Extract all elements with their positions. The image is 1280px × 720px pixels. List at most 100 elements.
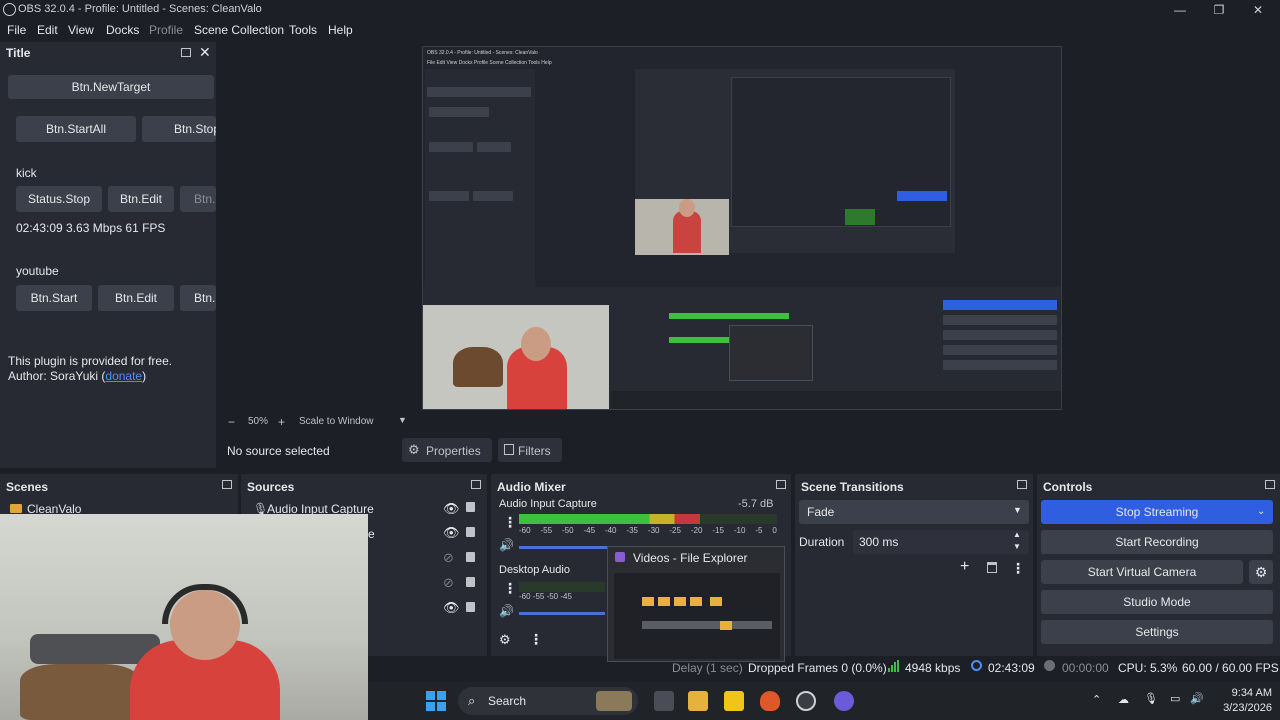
title-dock: Title ✕ Btn.NewTarget Btn.StartAll Btn.S… [0, 42, 216, 468]
source-item[interactable]: e [368, 527, 375, 541]
webcam-overlay [0, 514, 368, 720]
channel-name: Desktop Audio [499, 564, 570, 576]
microphone-icon[interactable]: 🎙 [1144, 692, 1158, 705]
close-dock-icon[interactable]: ✕ [199, 44, 211, 61]
tray-chevron-up-icon[interactable]: ⌃ [1092, 693, 1101, 706]
clock-date[interactable]: 3/23/2026 [1216, 702, 1272, 714]
properties-button[interactable]: ⚙ Properties [402, 438, 492, 462]
gear-icon[interactable]: ⚙ [499, 632, 511, 648]
lock-icon[interactable] [466, 602, 475, 612]
undock-icon[interactable] [222, 480, 232, 489]
btn-start-all[interactable]: Btn.StartAll [16, 116, 136, 142]
onedrive-icon[interactable]: ☁ [1118, 693, 1129, 706]
taskbar-search-label: Search [488, 694, 527, 708]
close-icon[interactable]: ✕ [1250, 2, 1266, 18]
zoom-in-button[interactable]: + [278, 415, 285, 429]
maximize-icon[interactable]: ❐ [1211, 2, 1227, 18]
nested-btn [429, 191, 469, 201]
settings-button[interactable]: Settings [1041, 620, 1273, 644]
menu-view[interactable]: View [68, 23, 94, 37]
file-explorer-thumbnail-popup[interactable]: Videos - File Explorer [607, 546, 785, 662]
add-icon[interactable]: + [960, 558, 969, 576]
dock-title-heading: Title [6, 46, 31, 60]
menu-edit[interactable]: Edit [37, 23, 58, 37]
menu-help[interactable]: Help [328, 23, 353, 37]
undock-icon[interactable] [471, 480, 481, 489]
volume-slider[interactable] [519, 612, 605, 615]
nested-btn [473, 191, 513, 201]
taskbar-search-box[interactable]: ⌕ Search [458, 687, 638, 715]
nested-btn [429, 107, 489, 117]
kick-label: kick [16, 166, 37, 180]
nested-menu: File Edit View Docks Profile Scene Colle… [427, 60, 552, 66]
undock-icon[interactable] [181, 48, 191, 57]
brave-browser-icon[interactable] [760, 691, 780, 711]
windows-start-icon[interactable] [426, 691, 446, 711]
clock-time[interactable]: 9:34 AM [1222, 687, 1272, 699]
eye-hidden-icon[interactable]: ⊘ [443, 550, 454, 566]
scene-transitions-dock: Scene Transitions Fade ▼ Duration 300 ms… [795, 474, 1033, 656]
menu-scene-collection[interactable]: Scene Collection [194, 23, 284, 37]
eye-icon[interactable]: 👁 [443, 600, 460, 616]
eye-hidden-icon[interactable]: ⊘ [443, 575, 454, 591]
gear-icon[interactable]: ⚙ [1249, 560, 1273, 584]
youtube-extra-button[interactable]: Btn. [180, 285, 216, 311]
menu-profile[interactable]: Profile [149, 23, 183, 37]
task-view-icon[interactable] [654, 691, 674, 711]
duration-input[interactable]: 300 ms ▲ ▼ [853, 530, 1029, 554]
chevron-down-icon[interactable]: ⌄ [1257, 500, 1265, 524]
nested-btn [943, 330, 1057, 340]
lock-icon[interactable] [466, 552, 475, 562]
kick-status-button[interactable]: Status.Stop [16, 186, 102, 212]
youtube-start-button[interactable]: Btn.Start [16, 285, 92, 311]
network-icon[interactable]: ▭ [1170, 692, 1180, 705]
lock-icon[interactable] [466, 527, 475, 537]
zoom-out-button[interactable]: − [228, 415, 235, 429]
filters-button[interactable]: Filters [498, 438, 562, 462]
kick-edit-button[interactable]: Btn.Edit [108, 186, 174, 212]
obs-taskbar-icon[interactable] [796, 691, 816, 711]
trash-icon[interactable] [987, 562, 997, 573]
kebab-menu-icon[interactable]: ⋮ [529, 631, 543, 648]
scale-mode-select[interactable]: Scale to Window [299, 416, 373, 427]
menu-docks[interactable]: Docks [106, 23, 139, 37]
eye-icon[interactable]: 👁 [443, 525, 460, 541]
speaker-icon[interactable]: 🔊 [499, 604, 514, 618]
undock-icon[interactable] [776, 480, 786, 489]
menu-tools[interactable]: Tools [289, 23, 317, 37]
sticky-notes-icon[interactable] [724, 691, 744, 711]
spin-up-icon[interactable]: ▲ [1013, 530, 1021, 539]
youtube-edit-button[interactable]: Btn.Edit [98, 285, 174, 311]
undock-icon[interactable] [1265, 480, 1275, 489]
volume-icon[interactable]: 🔊 [1190, 692, 1204, 705]
menu-file[interactable]: File [7, 23, 26, 37]
kebab-menu-icon[interactable]: ⋮ [503, 580, 517, 597]
no-source-label: No source selected [227, 444, 330, 458]
lock-icon[interactable] [466, 502, 475, 512]
kebab-menu-icon[interactable]: ⋮ [1011, 560, 1025, 577]
spin-down-icon[interactable]: ▼ [1013, 542, 1021, 551]
chevron-down-icon[interactable]: ▼ [398, 415, 407, 425]
undock-icon[interactable] [1017, 480, 1027, 489]
scale-tick: -10 [733, 526, 746, 535]
source-toolbar: No source selected ⚙ Properties Filters [222, 436, 1280, 464]
kebab-menu-icon[interactable]: ⋮ [503, 514, 517, 531]
studio-mode-button[interactable]: Studio Mode [1041, 590, 1273, 614]
start-virtual-camera-button[interactable]: Start Virtual Camera [1041, 560, 1243, 584]
eye-icon[interactable]: 👁 [443, 501, 460, 517]
donate-link[interactable]: donate [105, 369, 142, 383]
file-explorer-icon[interactable] [688, 691, 708, 711]
btn-new-target[interactable]: Btn.NewTarget [8, 75, 214, 99]
btn-stop[interactable]: Btn.Stop [142, 116, 216, 142]
search-highlight-icon [596, 691, 632, 711]
chat-app-icon[interactable] [834, 691, 854, 711]
transition-select[interactable]: Fade ▼ [799, 500, 1029, 524]
minimize-icon[interactable]: — [1172, 2, 1188, 18]
speaker-icon[interactable]: 🔊 [499, 538, 514, 552]
scenes-heading: Scenes [6, 480, 49, 494]
kick-extra-button[interactable]: Btn. [180, 186, 216, 212]
stop-streaming-button[interactable]: Stop Streaming ⌄ [1041, 500, 1273, 524]
volume-slider[interactable] [519, 546, 609, 549]
start-recording-button[interactable]: Start Recording [1041, 530, 1273, 554]
lock-icon[interactable] [466, 577, 475, 587]
